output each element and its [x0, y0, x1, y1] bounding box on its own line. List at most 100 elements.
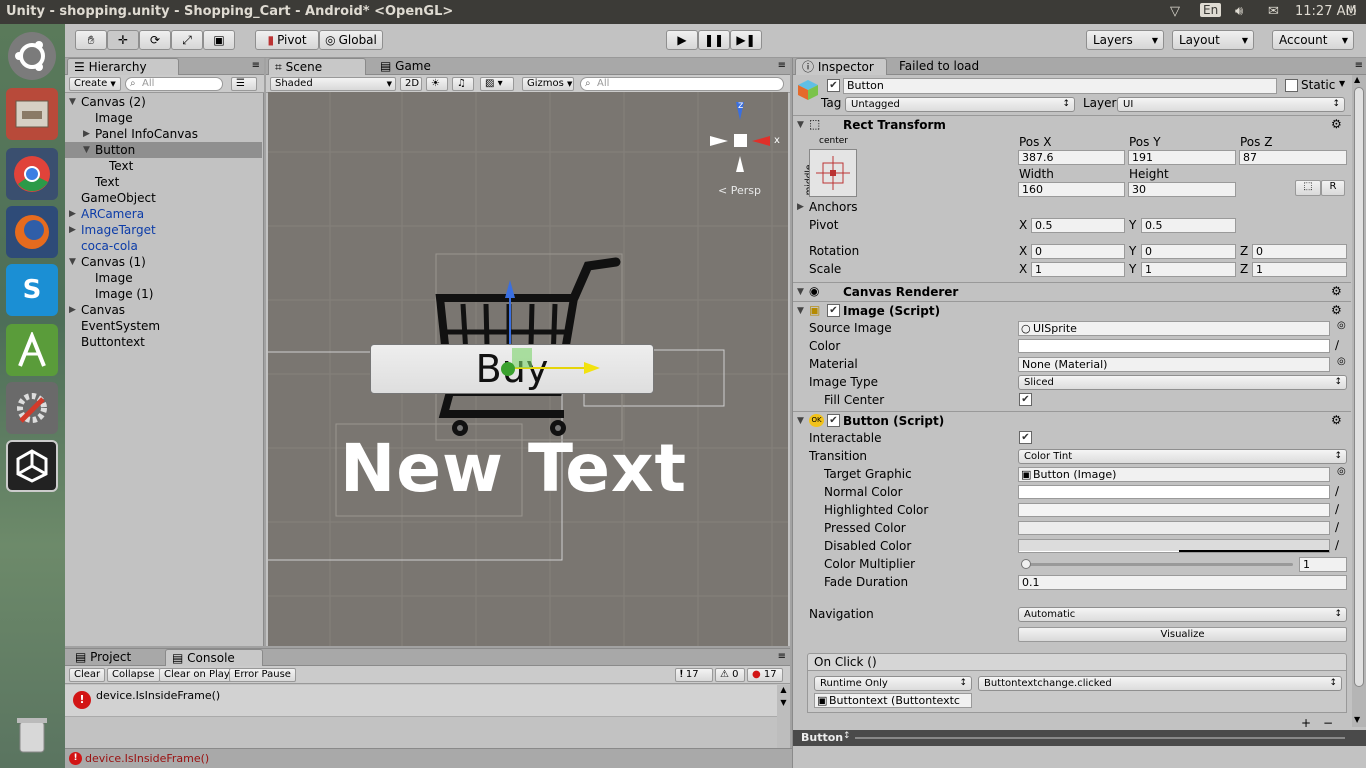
navigation-dropdown[interactable]: Automatic	[1018, 607, 1347, 622]
tab-scene[interactable]: ⌗ Scene	[268, 58, 366, 75]
orientation-gizmo[interactable]	[702, 100, 782, 180]
blueprint-mode-button[interactable]: ⬚	[1295, 180, 1321, 196]
expand-arrow-icon[interactable]: ▼	[83, 142, 90, 158]
2d-toggle[interactable]: 2D	[400, 77, 422, 91]
pause-button[interactable]: ❚❚	[698, 30, 730, 50]
object-name-field[interactable]: Button	[843, 78, 1277, 94]
height-field[interactable]: 30	[1128, 182, 1236, 197]
tab-game[interactable]: ▤ Game	[374, 58, 454, 75]
system-settings-icon[interactable]	[6, 382, 58, 434]
eyedropper-icon[interactable]: ∕	[1335, 502, 1347, 516]
tree-item[interactable]: Buttontext	[65, 334, 262, 350]
pivot-y-field[interactable]: 0.5	[1141, 218, 1236, 233]
tree-item[interactable]: GameObject	[65, 190, 262, 206]
normal-color-field[interactable]	[1018, 485, 1330, 499]
raw-edit-button[interactable]: R	[1321, 180, 1345, 196]
mail-icon[interactable]: ✉	[1268, 4, 1279, 19]
layer-dropdown[interactable]: UI	[1117, 97, 1345, 112]
scroll-thumb[interactable]	[1354, 87, 1364, 687]
width-field[interactable]: 160	[1018, 182, 1125, 197]
power-icon[interactable]: ⏻	[1346, 4, 1356, 19]
panel-menu-icon[interactable]: ≡	[252, 60, 260, 71]
source-image-field[interactable]: ○ UISprite	[1018, 321, 1330, 336]
rotation-x-field[interactable]: 0	[1031, 244, 1125, 259]
gear-icon[interactable]: ⚙	[1331, 284, 1342, 298]
expand-arrow-icon[interactable]: ▼	[69, 94, 76, 110]
gizmos-dropdown[interactable]: Gizmos ▼	[522, 77, 574, 91]
image-enabled-checkbox[interactable]: ✔	[827, 304, 840, 317]
tree-item-prefab[interactable]: coca-cola	[65, 238, 262, 254]
tree-item-prefab[interactable]: ▶ ImageTarget	[65, 222, 262, 238]
active-checkbox[interactable]: ✔	[827, 79, 840, 92]
create-dropdown[interactable]: Create ▼	[69, 77, 121, 91]
tree-item-prefab[interactable]: ▶ ARCamera	[65, 206, 262, 222]
skype-icon[interactable]: S	[6, 264, 58, 316]
tab-inspector[interactable]: ⓘ Inspector	[795, 58, 887, 75]
rotate-tool-button[interactable]: ⟳	[139, 30, 171, 50]
anchors-label[interactable]: Anchors	[809, 200, 858, 214]
perspective-toggle[interactable]: < Persp	[718, 184, 761, 197]
tab-project[interactable]: ▤ Project	[69, 649, 155, 666]
tree-item[interactable]: ▶ Canvas	[65, 302, 262, 318]
effects-dropdown-icon[interactable]: ▨ ▾	[480, 77, 514, 91]
gear-icon[interactable]: ⚙	[1331, 413, 1342, 427]
material-field[interactable]: None (Material)	[1018, 357, 1330, 372]
tab-failed-to-load[interactable]: Failed to load	[893, 58, 983, 75]
runtime-dropdown[interactable]: Runtime Only	[814, 676, 972, 691]
panel-menu-icon[interactable]: ≡	[778, 651, 786, 662]
lighting-toggle-icon[interactable]: ☀	[426, 77, 448, 91]
tree-item[interactable]: Image	[65, 270, 262, 286]
add-listener-icon[interactable]: +	[1301, 716, 1311, 730]
button-script-header[interactable]: ▼ OK ✔ Button (Script) ⚙	[793, 411, 1351, 429]
pressed-color-field[interactable]	[1018, 521, 1330, 535]
files-icon[interactable]	[6, 88, 58, 140]
error-count-toggle[interactable]: ● 17	[747, 668, 783, 682]
scale-x-field[interactable]: 1	[1031, 262, 1125, 277]
preview-bar[interactable]: Button ↕	[793, 730, 1366, 746]
scale-y-field[interactable]: 1	[1141, 262, 1236, 277]
transition-dropdown[interactable]: Color Tint	[1018, 449, 1347, 464]
trash-icon[interactable]	[6, 708, 58, 760]
tree-item[interactable]: Text	[65, 158, 262, 174]
rect-transform-header[interactable]: ▼ ⬚ Rect Transform ⚙	[793, 115, 1351, 133]
collapse-arrow-icon[interactable]: ▶	[83, 126, 90, 142]
color-field[interactable]	[1018, 339, 1330, 353]
static-checkbox[interactable]	[1285, 79, 1298, 92]
hand-tool-button[interactable]: ✋︎	[75, 30, 107, 50]
move-tool-button[interactable]: ✛	[107, 30, 139, 50]
clear-on-play-button[interactable]: Clear on Play	[159, 668, 235, 682]
tag-dropdown[interactable]: Untagged	[845, 97, 1075, 112]
step-button[interactable]: ▶❚	[730, 30, 762, 50]
panel-menu-icon[interactable]: ≡	[1355, 60, 1363, 71]
chrome-icon[interactable]	[6, 148, 58, 200]
object-picker-icon[interactable]: ◎	[1337, 320, 1346, 331]
scroll-up-icon[interactable]: ▲	[777, 685, 790, 694]
play-button[interactable]: ▶	[666, 30, 698, 50]
shading-dropdown[interactable]: Shaded ▼	[270, 77, 396, 91]
global-toggle[interactable]: ◎ Global	[319, 30, 383, 50]
target-graphic-field[interactable]: ▣ Button (Image)	[1018, 467, 1330, 482]
fill-center-checkbox[interactable]: ✔	[1019, 393, 1032, 406]
preview-dropdown-icon[interactable]: ↕	[843, 731, 851, 741]
button-enabled-checkbox[interactable]: ✔	[827, 414, 840, 427]
disabled-color-field[interactable]	[1018, 539, 1330, 553]
clear-button[interactable]: Clear	[69, 668, 106, 682]
buy-button-graphic[interactable]: Buy	[370, 344, 654, 394]
color-multiplier-field[interactable]: 1	[1299, 557, 1347, 572]
audio-toggle-icon[interactable]: ♫	[452, 77, 474, 91]
collapse-arrow-icon[interactable]: ▶	[797, 202, 804, 212]
volume-icon[interactable]: 🔊︎	[1235, 4, 1243, 19]
tab-console[interactable]: ▤ Console	[165, 649, 263, 666]
tree-item-selected[interactable]: ▼ Button	[65, 142, 262, 158]
interactable-checkbox[interactable]: ✔	[1019, 431, 1032, 444]
image-type-dropdown[interactable]: Sliced	[1018, 375, 1347, 390]
tree-item[interactable]: Image (1)	[65, 286, 262, 302]
eyedropper-icon[interactable]: ∕	[1335, 338, 1347, 352]
collapse-arrow-icon[interactable]: ▶	[69, 222, 76, 238]
remove-listener-icon[interactable]: −	[1323, 716, 1333, 730]
scene-viewport[interactable]: Buy New Text z x < Persp	[268, 92, 788, 646]
inspector-scrollbar[interactable]: ▲ ▼	[1352, 75, 1366, 727]
eyedropper-icon[interactable]: ∕	[1335, 520, 1347, 534]
scale-tool-button[interactable]: ⤢	[171, 30, 203, 50]
search-filter-button[interactable]: ☰	[231, 77, 257, 91]
